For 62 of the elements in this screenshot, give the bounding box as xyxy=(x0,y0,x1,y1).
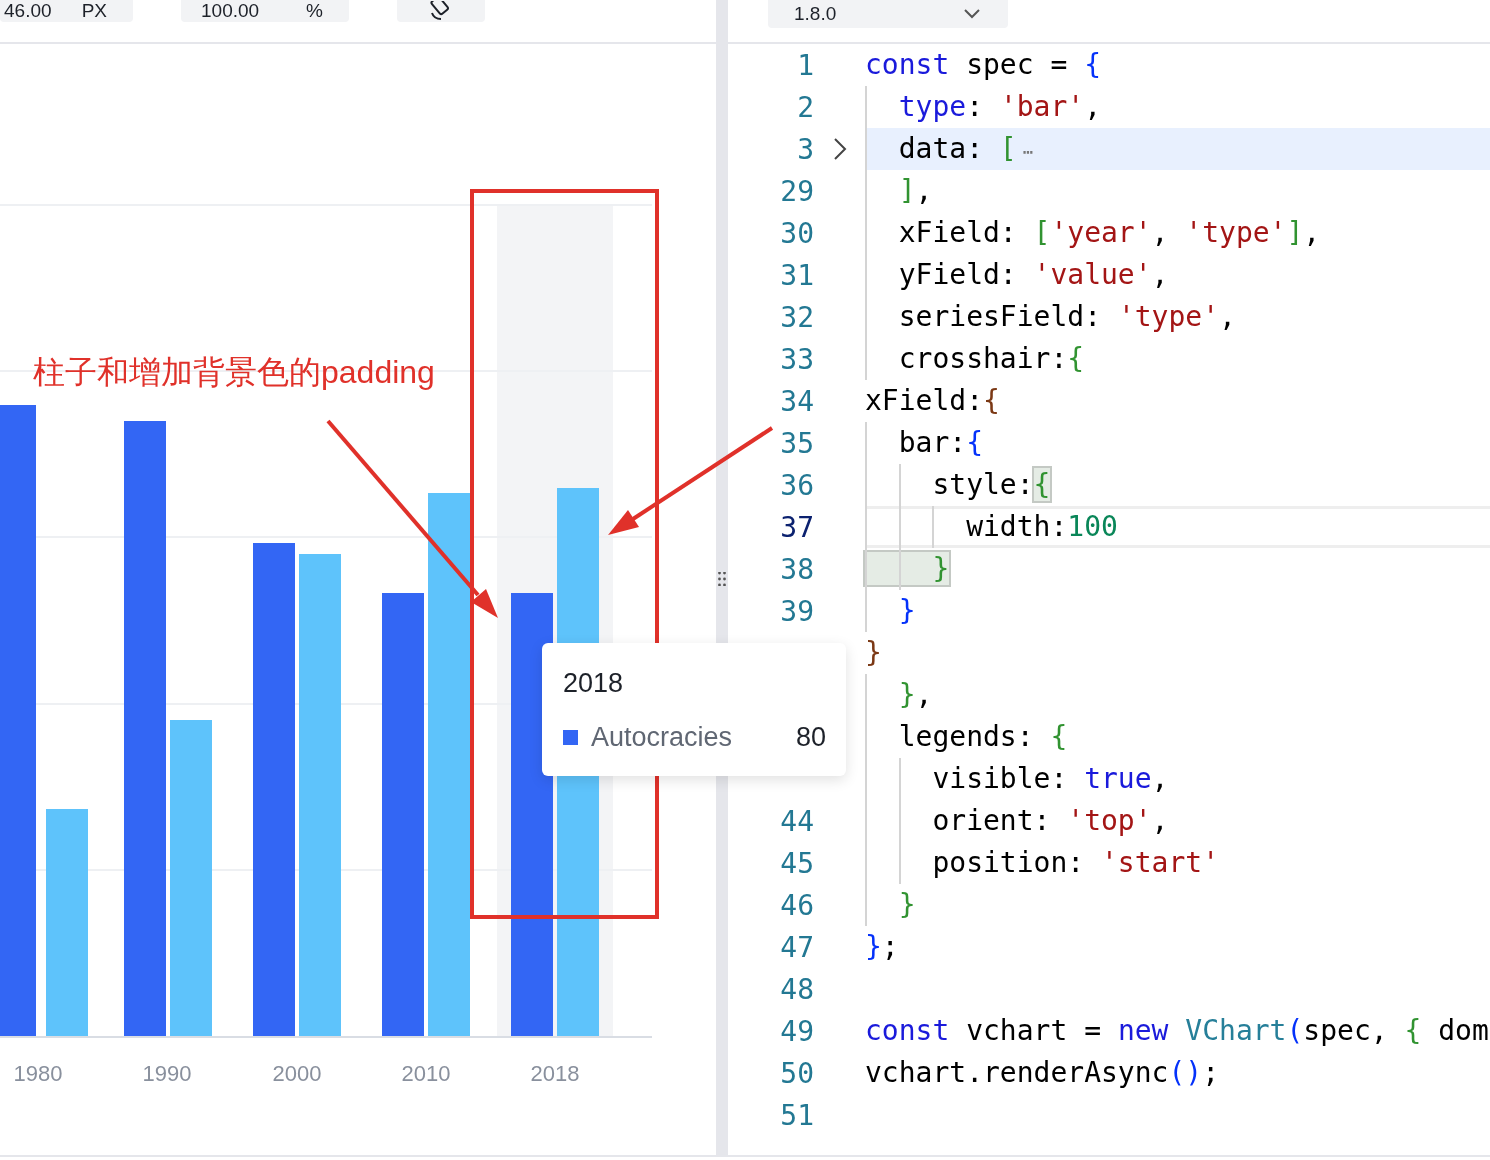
line-number: 44 xyxy=(779,804,814,838)
code-line: crosshair:{ xyxy=(865,338,1490,380)
line-number: 34 xyxy=(779,384,814,418)
code-line: type: 'bar', xyxy=(865,86,1490,128)
line-number: 46 xyxy=(779,888,814,922)
code-line: ], xyxy=(865,170,1490,212)
tooltip-title: 2018 xyxy=(563,667,625,700)
code-line: visible: true, xyxy=(865,758,1490,800)
code-line: }, xyxy=(865,674,1490,716)
size-field[interactable]: 100.00 % xyxy=(181,0,349,22)
line-number: 36 xyxy=(779,468,814,502)
series-value: 80 xyxy=(795,721,826,754)
code-line: seriesField: 'type', xyxy=(865,296,1490,338)
code-line: } xyxy=(865,635,883,671)
line-number: 45 xyxy=(779,846,814,880)
chevron-down-icon xyxy=(964,9,980,19)
code-line: const vchart = new VChart(spec, { dom xyxy=(865,1013,1490,1049)
line-number: 39 xyxy=(779,594,814,628)
line-number: 2 xyxy=(796,90,814,124)
line-number: 29 xyxy=(779,174,814,208)
code-line: xField:{ xyxy=(865,383,1001,419)
line-number: 1 xyxy=(796,48,814,82)
line-number: 3 xyxy=(796,132,814,166)
code-line: }; xyxy=(865,929,900,965)
line-number: 35 xyxy=(779,426,814,460)
line-number: 30 xyxy=(779,216,814,250)
line-number: 47 xyxy=(779,930,814,964)
code-line: } xyxy=(865,884,1490,926)
size-field[interactable]: 46.00 PX xyxy=(0,0,133,22)
series-marker xyxy=(563,729,578,745)
code-line: position: 'start' xyxy=(865,842,1490,884)
annotation-text: 柱子和增加背景色的padding xyxy=(33,353,435,392)
axis-label: 2010 xyxy=(401,1061,451,1086)
code-line: xField: ['year', 'type'], xyxy=(865,212,1490,254)
axis-label: 2000 xyxy=(272,1061,322,1086)
drag-handle-icon[interactable] xyxy=(718,571,726,586)
code-line: vchart.renderAsync(); xyxy=(865,1055,1220,1091)
axis-label: 2018 xyxy=(530,1061,580,1086)
line-number: 38 xyxy=(779,552,814,586)
rotate-button[interactable] xyxy=(397,0,485,22)
line-number: 37 xyxy=(779,510,814,544)
series-name: Autocracies xyxy=(591,721,734,754)
line-number: 49 xyxy=(779,1014,814,1048)
code-line: legends: { xyxy=(865,716,1490,758)
line-number: 50 xyxy=(779,1056,814,1090)
code-line: } xyxy=(865,548,1490,590)
line-number: 32 xyxy=(779,300,814,334)
code-line: width:100 xyxy=(865,506,1490,548)
line-number: 33 xyxy=(779,342,814,376)
code-line: bar:{ xyxy=(865,422,1490,464)
version-select[interactable]: 1.8.0 xyxy=(768,0,1008,28)
code-line: yField: 'value', xyxy=(865,254,1490,296)
line-number: 48 xyxy=(779,972,814,1006)
axis-label: 1980 xyxy=(13,1061,63,1086)
code-line: style:{ xyxy=(865,464,1490,506)
code-line: const spec = { xyxy=(865,47,1102,83)
axis-label: 1990 xyxy=(142,1061,192,1086)
line-number: 31 xyxy=(779,258,814,292)
code-line: orient: 'top', xyxy=(865,800,1490,842)
chevron-right-icon[interactable] xyxy=(832,137,847,161)
code-line: } xyxy=(865,590,1490,632)
line-number: 51 xyxy=(779,1098,814,1132)
